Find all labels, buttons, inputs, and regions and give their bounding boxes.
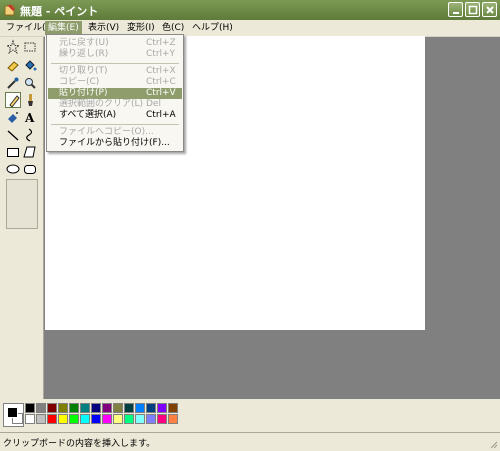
color-swatch[interactable] — [135, 414, 145, 424]
minimize-icon — [453, 12, 459, 14]
rectangle-icon — [7, 148, 19, 157]
color-swatch[interactable] — [69, 403, 79, 413]
free-select-tool[interactable] — [5, 39, 21, 55]
color-picker-tool[interactable] — [5, 75, 21, 91]
pencil-icon — [9, 95, 20, 108]
menu-colors[interactable]: 色(C) — [159, 21, 187, 35]
color-swatch[interactable] — [157, 414, 167, 424]
curve-icon — [26, 128, 33, 142]
menu-separator — [51, 63, 179, 64]
text-tool[interactable]: A — [22, 109, 38, 125]
svg-text:A: A — [24, 111, 35, 125]
color-swatch[interactable] — [69, 414, 79, 424]
ellipse-tool[interactable] — [5, 161, 21, 177]
color-swatch[interactable] — [47, 414, 57, 424]
color-swatch[interactable] — [80, 403, 90, 413]
color-swatch[interactable] — [168, 414, 178, 424]
pencil-tool[interactable] — [5, 92, 21, 108]
color-swatch[interactable] — [157, 403, 167, 413]
color-swatch[interactable] — [91, 403, 101, 413]
color-swatch[interactable] — [113, 414, 123, 424]
airbrush-icon — [8, 112, 18, 123]
menu-edit[interactable]: 編集(E) — [45, 21, 82, 35]
menu-image[interactable]: 変形(I) — [124, 21, 158, 35]
menu-item-clear-selection[interactable]: 選択範囲のクリア(L) Del — [48, 99, 182, 110]
color-swatch[interactable] — [135, 403, 145, 413]
color-swatch[interactable] — [58, 403, 68, 413]
magnifier-icon — [25, 78, 36, 89]
color-swatch[interactable] — [113, 403, 123, 413]
text-icon: A — [24, 111, 35, 125]
menu-item-copy[interactable]: コピー(C) Ctrl+C — [48, 77, 182, 88]
magnifier-tool[interactable] — [22, 75, 38, 91]
rect-select-icon — [24, 42, 36, 52]
color-swatch[interactable] — [124, 414, 134, 424]
toolbox: A — [0, 37, 44, 399]
status-bar: クリップボードの内容を挿入します。 — [0, 432, 500, 451]
foreground-color-swatch — [7, 407, 18, 418]
menu-item-copy-to-file[interactable]: ファイルへコピー(O)... — [48, 127, 182, 138]
menu-view[interactable]: 表示(V) — [85, 21, 122, 35]
color-swatch[interactable] — [36, 414, 46, 424]
window-title: 無題 - ペイント — [20, 5, 99, 18]
close-icon — [486, 6, 494, 14]
edit-menu-dropdown: 元に戻す(U) Ctrl+Z 繰り返し(R) Ctrl+Y 切り取り(T) Ct… — [46, 34, 184, 152]
line-tool[interactable] — [5, 127, 21, 143]
menu-item-select-all[interactable]: すべて選択(A) Ctrl+A — [48, 110, 182, 121]
line-icon — [7, 130, 19, 141]
maximize-button[interactable] — [465, 2, 480, 17]
menu-help[interactable]: ヘルプ(H) — [189, 21, 236, 35]
star-select-icon — [5, 39, 21, 55]
menu-item-cut[interactable]: 切り取り(T) Ctrl+X — [48, 66, 182, 77]
tool-options-panel[interactable] — [6, 179, 38, 229]
polygon-icon — [23, 146, 36, 158]
eyedropper-icon — [7, 77, 19, 89]
current-colors[interactable] — [3, 403, 24, 427]
close-button[interactable] — [482, 2, 497, 17]
color-swatch[interactable] — [58, 414, 68, 424]
menu-item-paste[interactable]: 貼り付け(P) Ctrl+V — [48, 88, 182, 99]
menu-item-paste-from-file[interactable]: ファイルから貼り付け(F)... — [48, 138, 182, 149]
menu-item-undo[interactable]: 元に戻す(U) Ctrl+Z — [48, 38, 182, 49]
eraser-icon — [7, 61, 19, 72]
status-text: クリップボードの内容を挿入します。 — [3, 439, 156, 449]
eraser-tool[interactable] — [5, 57, 21, 73]
title-bar[interactable]: 無題 - ペイント — [0, 0, 500, 20]
rounded-rectangle-icon — [24, 165, 36, 174]
airbrush-tool[interactable] — [5, 109, 21, 125]
color-swatch[interactable] — [47, 403, 57, 413]
polygon-tool[interactable] — [22, 144, 38, 160]
rectangle-tool[interactable] — [5, 144, 21, 160]
color-swatch[interactable] — [102, 403, 112, 413]
color-swatch[interactable] — [168, 403, 178, 413]
paint-app-icon — [4, 4, 15, 16]
maximize-icon — [468, 5, 478, 15]
fill-tool[interactable] — [22, 57, 38, 73]
resize-grip-icon[interactable] — [488, 439, 498, 449]
menu-separator — [51, 124, 179, 125]
color-swatch[interactable] — [36, 403, 46, 413]
paint-bucket-icon — [25, 60, 37, 71]
brush-icon — [28, 94, 33, 106]
color-swatch[interactable] — [146, 403, 156, 413]
color-swatch[interactable] — [80, 414, 90, 424]
rect-select-tool[interactable] — [22, 39, 38, 55]
color-swatch[interactable] — [146, 414, 156, 424]
minimize-button[interactable] — [448, 2, 463, 17]
color-swatch[interactable] — [25, 403, 35, 413]
ellipse-icon — [6, 164, 20, 174]
curve-tool[interactable] — [22, 127, 38, 143]
rounded-rectangle-tool[interactable] — [22, 161, 38, 177]
menu-item-redo[interactable]: 繰り返し(R) Ctrl+Y — [48, 49, 182, 60]
color-swatch[interactable] — [102, 414, 112, 424]
color-swatch[interactable] — [25, 414, 35, 424]
brush-tool[interactable] — [22, 92, 38, 108]
color-swatch[interactable] — [124, 403, 134, 413]
color-swatch[interactable] — [91, 414, 101, 424]
